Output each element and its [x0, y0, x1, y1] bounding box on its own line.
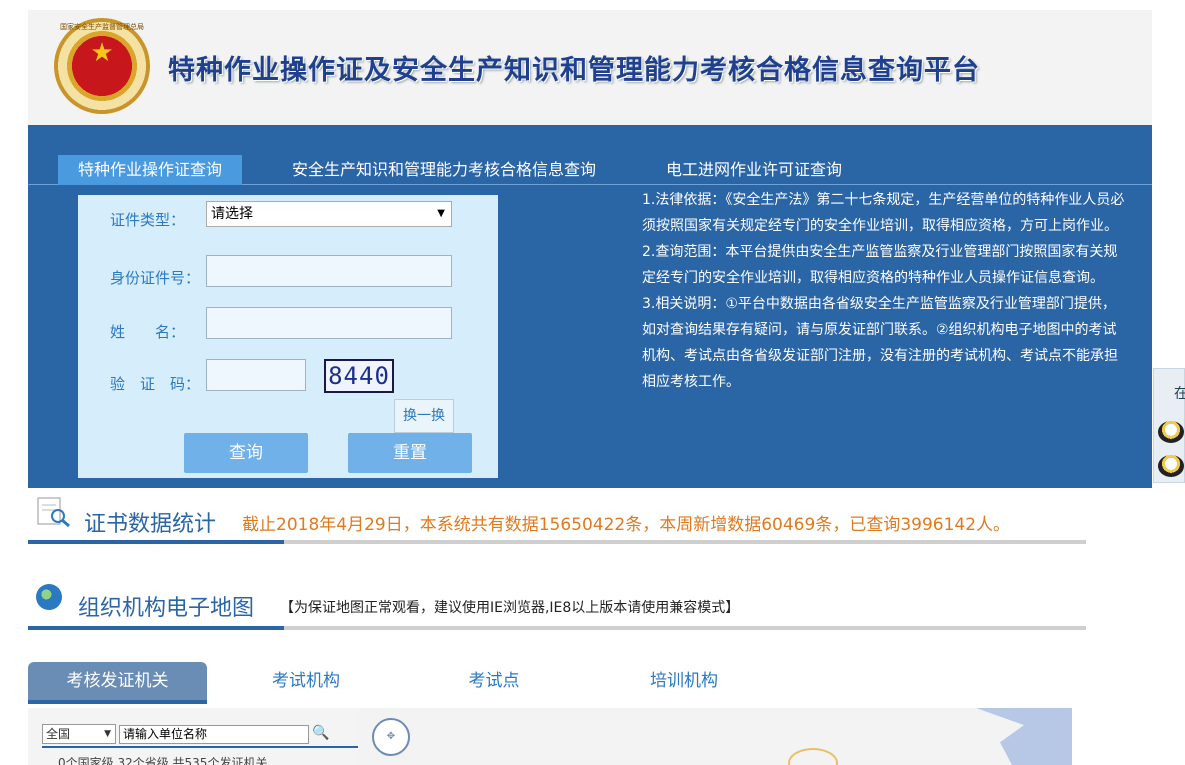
info-legal-basis: 1.法律依据：《安全生产法》第二十七条规定，生产经营单位的特种作业人员必须按照国… [642, 192, 1125, 234]
region-select[interactable]: 全国 ▼ [42, 724, 116, 744]
page-title: 特种作业操作证及安全生产知识和管理能力考核合格信息查询平台 [168, 55, 980, 86]
map-view[interactable] [358, 708, 1072, 765]
tab-training-institution[interactable]: 培训机构 [610, 662, 758, 700]
region-value: 全国 [46, 727, 71, 741]
online-service-widget[interactable]: 在 [1153, 368, 1185, 483]
chevron-down-icon: ▼ [437, 208, 445, 219]
cert-type-select[interactable]: 请选择 ▼ [206, 201, 452, 227]
emblem-logo: 国家安全生产监督管理总局 ★ [54, 18, 150, 114]
qq-icon[interactable] [1158, 455, 1184, 477]
info-notes: 3.相关说明：①平台中数据由各省级安全生产监管监察及行业管理部门提供，如对查询结… [642, 296, 1118, 390]
cert-type-label: 证件类型： [110, 211, 186, 229]
widget-label: 在 [1174, 386, 1185, 402]
search-underline [42, 746, 358, 748]
stats-text: 截止2018年4月29日，本系统共有数据15650422条，本周新增数据6046… [242, 515, 1011, 535]
globe-icon [36, 584, 62, 610]
tab-issuing-authority[interactable]: 考核发证机关 [28, 662, 207, 700]
info-text: 1.法律依据：《安全生产法》第二十七条规定，生产经营单位的特种作业人员必须按照国… [642, 187, 1128, 395]
query-tabs: 特种作业操作证查询 安全生产知识和管理能力考核合格信息查询 电工进网作业许可证查… [28, 155, 1152, 185]
chevron-down-icon: ▼ [104, 729, 111, 739]
logo-ring-text: 国家安全生产监督管理总局 [60, 23, 144, 31]
info-query-scope: 2.查询范围：本平台提供由安全生产监管监察及行业管理部门按照国家有关规定经专门的… [642, 244, 1118, 286]
tab-exam-site[interactable]: 考试点 [430, 662, 558, 700]
map-road [788, 748, 838, 765]
qq-icon[interactable] [1158, 421, 1184, 443]
refresh-captcha-button[interactable]: 换一换 [394, 399, 454, 433]
id-number-input[interactable] [206, 255, 452, 287]
tab-safety-knowledge[interactable]: 安全生产知识和管理能力考核合格信息查询 [272, 155, 616, 185]
tab-special-operation[interactable]: 特种作业操作证查询 [58, 155, 243, 185]
unit-search-input[interactable]: 请输入单位名称 [119, 725, 309, 744]
query-form: 证件类型： 请选择 ▼ 身份证件号： 姓 名： 验 证 码： 8440 换一换 … [78, 195, 498, 478]
map-pan-control[interactable]: ✥ [372, 718, 410, 756]
map-browser-note: 【为保证地图正常观看，建议使用IE浏览器,IE8以上版本请使用兼容模式】 [280, 600, 740, 616]
captcha-image[interactable]: 8440 [324, 359, 394, 393]
reset-button[interactable]: 重置 [348, 433, 472, 473]
cert-type-value: 请选择 [211, 206, 253, 222]
query-panel: 特种作业操作证查询 安全生产知识和管理能力考核合格信息查询 电工进网作业许可证查… [28, 125, 1152, 488]
authority-summary: 0个国家级,32个省级,共535个发证机关 [58, 756, 268, 765]
name-input[interactable] [206, 307, 452, 339]
star-icon: ★ [90, 38, 114, 68]
map-sea-region [976, 708, 1072, 765]
tab-exam-institution[interactable]: 考试机构 [232, 662, 380, 700]
captcha-label: 验 证 码： [110, 375, 201, 393]
document-search-icon [37, 497, 70, 528]
id-number-label: 身份证件号： [110, 269, 201, 287]
stats-title: 证书数据统计 [84, 512, 217, 537]
map-section-title: 组织机构电子地图 [78, 596, 255, 621]
search-icon[interactable]: 🔍 [312, 725, 329, 741]
captcha-input[interactable] [206, 359, 306, 391]
section-divider [28, 626, 1086, 630]
query-button[interactable]: 查询 [184, 433, 308, 473]
name-label: 姓 名： [110, 323, 186, 341]
site-header: 国家安全生产监督管理总局 ★ 特种作业操作证及安全生产知识和管理能力考核合格信息… [28, 10, 1152, 125]
tab-underline [28, 700, 207, 704]
tab-electrician-permit[interactable]: 电工进网作业许可证查询 [646, 155, 862, 185]
section-divider [28, 540, 1086, 544]
